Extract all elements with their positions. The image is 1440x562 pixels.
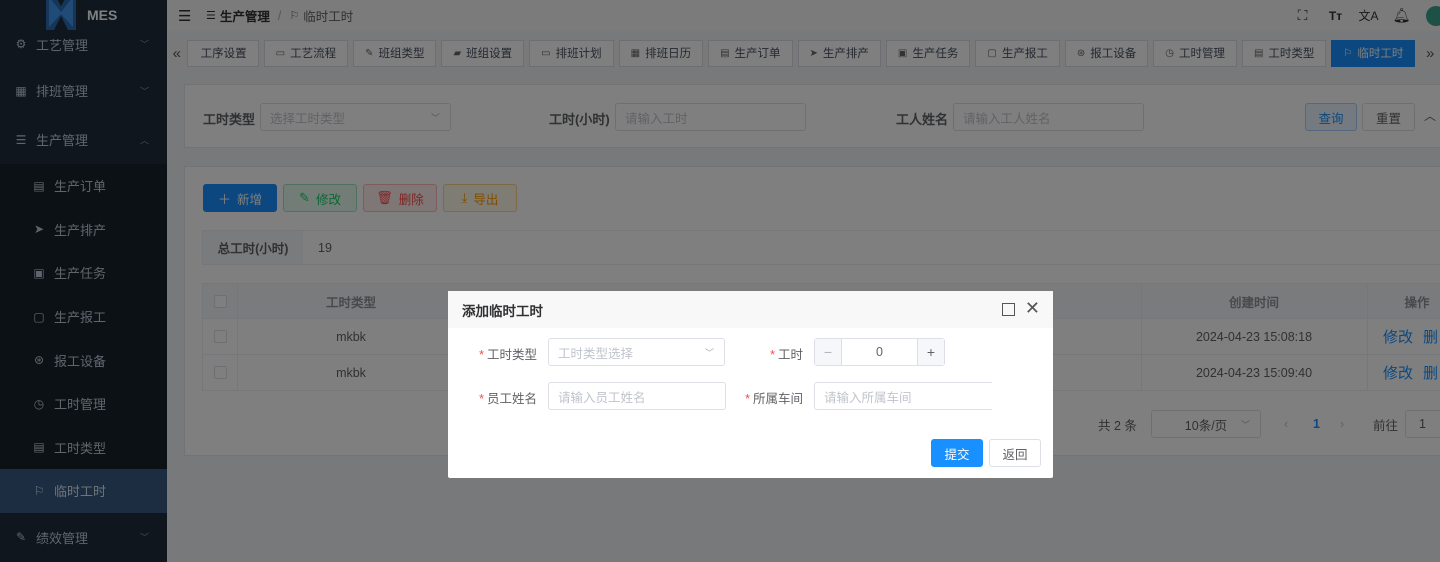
required-mark: *	[479, 348, 484, 362]
minus-icon[interactable]: −	[815, 339, 842, 365]
add-temp-hours-dialog: 添加临时工时 ✕ * 工时类型 工时类型选择 ﹀ * 工时 − 0 + * 员工姓名 …	[448, 291, 1053, 478]
type-field-placeholder: 工时类型选择	[558, 346, 634, 361]
hours-field-label: * 工时	[748, 344, 803, 363]
dialog-header: 添加临时工时 ✕	[448, 291, 1053, 328]
maximize-icon[interactable]	[1002, 303, 1015, 316]
chevron-down-icon: ﹀	[704, 347, 714, 358]
hours-value[interactable]: 0	[842, 339, 917, 365]
submit-button[interactable]: 提交	[931, 439, 983, 467]
back-button-label: 返回	[1002, 447, 1028, 462]
back-button[interactable]: 返回	[989, 439, 1041, 467]
plus-icon[interactable]: +	[917, 339, 944, 365]
type-field-label: * 工时类型	[468, 344, 537, 363]
required-mark: *	[745, 392, 750, 406]
name-field-input[interactable]: 请输入员工姓名	[548, 382, 726, 410]
workshop-field-placeholder: 请输入所属车间	[824, 390, 912, 405]
type-field-label-text: 工时类型	[486, 348, 537, 362]
name-field-label-text: 员工姓名	[486, 392, 537, 406]
close-icon[interactable]: ✕	[1025, 299, 1040, 317]
hours-stepper[interactable]: − 0 +	[814, 338, 945, 366]
workshop-field-label: * 所属车间	[733, 388, 803, 407]
workshop-field-input[interactable]: 请输入所属车间	[814, 382, 992, 410]
hours-field-label-text: 工时	[777, 348, 803, 362]
name-field-placeholder: 请输入员工姓名	[558, 390, 646, 405]
workshop-field-label-text: 所属车间	[752, 392, 803, 406]
required-mark: *	[770, 348, 775, 362]
name-field-label: * 员工姓名	[468, 388, 537, 407]
type-field-select[interactable]: 工时类型选择 ﹀	[548, 338, 725, 366]
submit-button-label: 提交	[944, 447, 970, 462]
required-mark: *	[479, 392, 484, 406]
dialog-title: 添加临时工时	[462, 303, 543, 319]
